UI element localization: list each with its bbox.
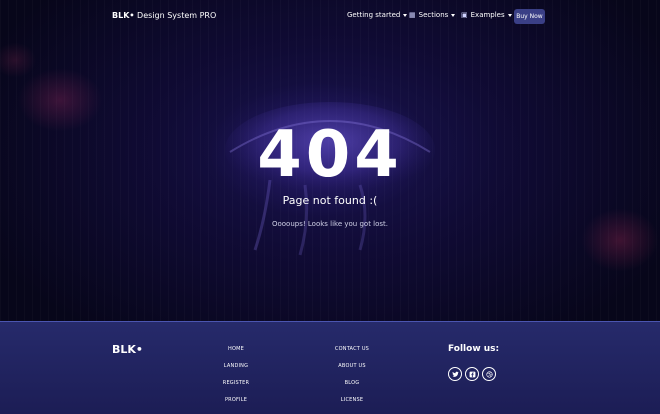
twitter-icon [451,371,459,377]
chevron-down-icon [403,13,408,17]
footer-brand[interactable]: BLK• [112,343,143,356]
footer-link-about[interactable]: ABOUT US [322,363,382,369]
brand-name: BLK• [112,11,135,20]
facebook-icon [469,371,475,377]
footer-link-home[interactable]: HOME [206,346,266,352]
nav-examples-label: Examples [470,11,505,19]
dribbble-icon [485,370,493,378]
brand-logo[interactable]: BLK• Design System PRO [112,11,216,20]
nav-sections-label: Sections [418,11,449,19]
footer-link-register[interactable]: REGISTER [206,380,266,386]
chevron-down-icon [507,13,512,17]
buy-now-button[interactable]: Buy Now [514,9,545,24]
footer-link-blog[interactable]: BLOG [322,380,382,386]
error-code: 404 [257,118,403,192]
follow-us-label: Follow us: [448,344,500,354]
footer-link-profile[interactable]: PROFILE [206,397,266,403]
error-message: Ooooups! Looks like you got lost. [271,220,389,228]
nav-getting-started[interactable]: Getting started [347,11,408,19]
navbar: BLK• Design System PRO Getting started ▦… [0,0,660,34]
brand-subtitle: Design System PRO [134,11,217,20]
twitter-button[interactable] [448,367,462,381]
nav-sections[interactable]: ▦ Sections [409,11,456,19]
nav-examples[interactable]: ▣ Examples [461,11,512,19]
chevron-down-icon [451,13,456,17]
footer: BLK• HOME LANDING REGISTER PROFILE CONTA… [0,321,660,414]
error-title: Page not found :( [282,194,378,207]
nav-getting-started-label: Getting started [347,11,401,19]
footer-link-license[interactable]: LICENSE [322,397,382,403]
footer-link-contact[interactable]: CONTACT US [322,346,382,352]
facebook-button[interactable] [465,367,479,381]
dribbble-button[interactable] [482,367,496,381]
footer-link-landing[interactable]: LANDING [206,363,266,369]
document-icon: ▣ [461,11,468,19]
layout-icon: ▦ [409,11,416,19]
